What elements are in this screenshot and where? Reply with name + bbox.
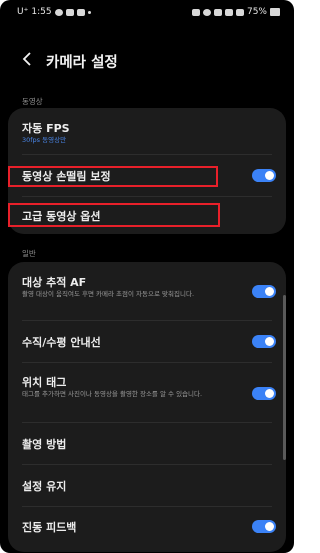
section-label-general: 일반 xyxy=(22,249,36,258)
phone-screen: U⁺ 1:55 75% 카메라 설정 동영상 자동 FPS 30fps 동영상만… xyxy=(0,0,294,553)
divider xyxy=(22,362,272,363)
message-icon xyxy=(54,8,63,16)
signal-icon xyxy=(235,8,244,16)
wifi-icon xyxy=(224,8,233,16)
divider xyxy=(22,154,272,155)
gallery-icon xyxy=(76,8,85,16)
divider xyxy=(22,464,272,465)
battery-icon xyxy=(270,8,280,16)
more-notifications-icon xyxy=(87,10,91,14)
carrier-label: U⁺ xyxy=(17,7,29,17)
tracking-af-description: 촬영 대상이 움직여도 후면 카메라 초점이 자동으로 맞춰집니다. xyxy=(22,290,195,298)
keep-settings-row[interactable]: 설정 유지 xyxy=(8,466,286,504)
app-bar: 카메라 설정 xyxy=(0,42,294,78)
clock: 1:55 xyxy=(31,7,52,17)
vibration-feedback-row[interactable]: 진동 피드백 xyxy=(8,508,286,548)
grid-lines-row[interactable]: 수직/수평 안내선 xyxy=(8,322,286,360)
tracking-af-title: 대상 추적 AF xyxy=(22,276,87,289)
status-right: 75% xyxy=(191,7,280,17)
video-stabilization-title: 동영상 손떨림 보정 xyxy=(22,170,111,183)
video-stabilization-toggle[interactable] xyxy=(252,169,276,182)
general-settings-card: 대상 추적 AF 촬영 대상이 움직여도 후면 카메라 초점이 자동으로 맞춰집… xyxy=(8,262,286,552)
vibration-feedback-toggle[interactable] xyxy=(252,520,276,533)
location-tags-description: 태그를 추가하면 사진이나 동영상을 촬영한 장소를 알 수 있습니다. xyxy=(22,390,203,398)
page-title: 카메라 설정 xyxy=(46,55,118,71)
bluetooth-icon xyxy=(202,8,211,16)
toggle-knob xyxy=(265,337,274,346)
grid-lines-title: 수직/수평 안내선 xyxy=(22,336,101,349)
alarm-icon xyxy=(191,8,200,16)
tracking-af-row[interactable]: 대상 추적 AF 촬영 대상이 움직여도 후면 카메라 초점이 자동으로 맞춰집… xyxy=(8,262,286,318)
toggle-knob xyxy=(265,389,274,398)
section-label-video: 동영상 xyxy=(22,97,43,106)
tracking-af-toggle[interactable] xyxy=(252,285,276,298)
location-tags-title: 위치 태그 xyxy=(22,376,67,389)
auto-fps-title: 자동 FPS xyxy=(22,122,70,135)
location-tags-row[interactable]: 위치 태그 태그를 추가하면 사진이나 동영상을 촬영한 장소를 알 수 있습니… xyxy=(8,364,286,420)
auto-fps-subtitle: 30fps 동영상만 xyxy=(22,136,67,144)
battery-percent: 75% xyxy=(246,7,267,17)
toggle-knob xyxy=(265,522,274,531)
grid-lines-toggle[interactable] xyxy=(252,335,276,348)
scrollbar[interactable] xyxy=(283,295,286,460)
divider xyxy=(22,422,272,423)
mute-icon xyxy=(213,8,222,16)
advanced-video-options-title: 고급 동영상 옵션 xyxy=(22,210,101,223)
divider xyxy=(22,506,272,507)
divider xyxy=(22,320,272,321)
status-bar: U⁺ 1:55 75% xyxy=(0,0,294,22)
back-button[interactable] xyxy=(20,51,34,69)
divider xyxy=(22,196,272,197)
video-settings-card: 자동 FPS 30fps 동영상만 동영상 손떨림 보정 고급 동영상 옵션 xyxy=(8,108,286,234)
shooting-methods-row[interactable]: 촬영 방법 xyxy=(8,424,286,462)
video-stabilization-row[interactable]: 동영상 손떨림 보정 xyxy=(8,156,286,194)
advanced-video-options-row[interactable]: 고급 동영상 옵션 xyxy=(8,198,286,234)
toggle-knob xyxy=(265,287,274,296)
auto-fps-row[interactable]: 자동 FPS 30fps 동영상만 xyxy=(8,108,286,152)
chat-icon xyxy=(65,8,74,16)
chevron-left-icon xyxy=(22,52,31,66)
status-left: U⁺ 1:55 xyxy=(17,7,91,17)
shooting-methods-title: 촬영 방법 xyxy=(22,438,67,451)
toggle-knob xyxy=(265,171,274,180)
vibration-feedback-title: 진동 피드백 xyxy=(22,521,77,534)
location-tags-toggle[interactable] xyxy=(252,387,276,400)
keep-settings-title: 설정 유지 xyxy=(22,480,67,493)
